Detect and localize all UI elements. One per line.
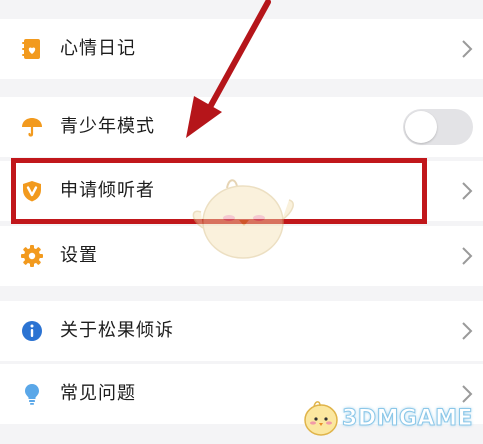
site-watermark: 3DMGAME — [300, 398, 473, 438]
watermark-text: 3DMGAME — [342, 405, 473, 431]
mascot-logo-icon — [304, 401, 338, 436]
mascot-watermark-icon — [192, 179, 294, 259]
